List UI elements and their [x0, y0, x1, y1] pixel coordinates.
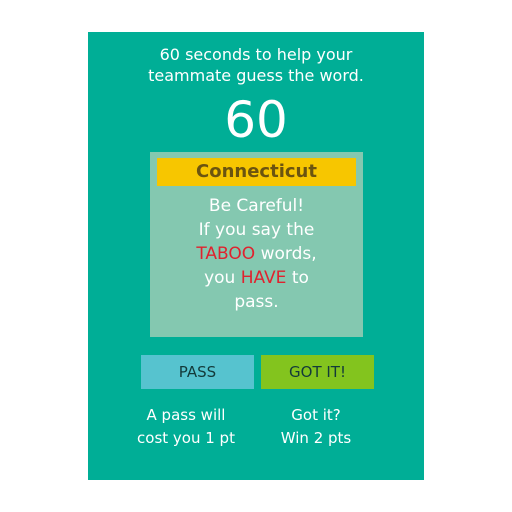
taboo-card: Connecticut Be Careful! If you say the T…	[150, 152, 363, 337]
warning-line-3: TABOO words,	[150, 242, 363, 266]
game-panel: 60 seconds to help your teammate guess t…	[88, 32, 424, 480]
instruction-line-2: teammate guess the word.	[148, 66, 364, 85]
got-it-hint-line-2: Win 2 pts	[280, 429, 352, 447]
warning-line-4-end: to	[286, 268, 309, 288]
instruction-text: 60 seconds to help your teammate guess t…	[88, 44, 424, 86]
warning-line-4: you HAVE to	[150, 266, 363, 290]
pass-hint-line-2: cost you 1 pt	[137, 429, 235, 447]
warning-line-4-start: you	[204, 268, 241, 288]
instruction-line-1: 60 seconds to help your	[159, 45, 353, 64]
got-it-button[interactable]: GOT IT!	[261, 355, 374, 389]
pass-hint-line-1: A pass will	[146, 406, 226, 424]
pass-button[interactable]: PASS	[141, 355, 254, 389]
have-highlight: HAVE	[240, 268, 287, 288]
got-it-hint: Got it? Win 2 pts	[256, 404, 376, 450]
warning-line-1: Be Careful!	[208, 196, 305, 216]
warning-line-2: If you say the	[198, 220, 315, 240]
secret-word: Connecticut	[157, 158, 356, 186]
pass-hint: A pass will cost you 1 pt	[126, 404, 246, 450]
warning-line-3-rest: words,	[255, 244, 317, 264]
taboo-highlight: TABOO	[196, 244, 256, 264]
warning-line-5: pass.	[234, 292, 279, 312]
got-it-hint-line-1: Got it?	[291, 406, 341, 424]
warning-text: Be Careful! If you say the TABOO words, …	[150, 194, 363, 314]
countdown-timer: 60	[224, 91, 288, 149]
